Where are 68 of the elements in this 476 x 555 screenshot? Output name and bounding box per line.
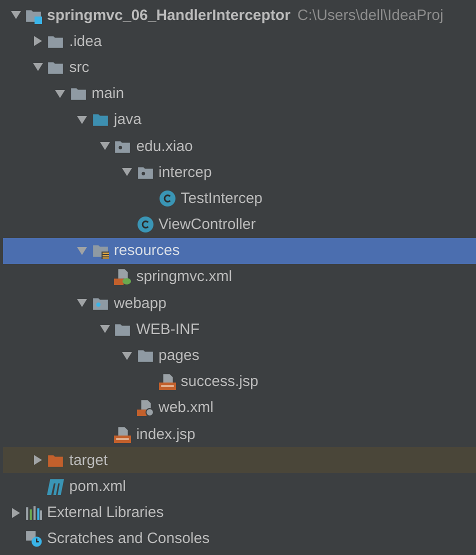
scratches-icon [25,530,42,548]
tree-row[interactable]: springmvc.xml [3,264,476,290]
tree-row[interactable]: ViewController [3,212,476,238]
xml-file-icon [114,268,132,286]
tree-item-label: resources [114,242,180,260]
expanded-arrow-icon[interactable] [32,62,43,72]
tree-item-label: TestIntercep [180,190,263,207]
resources-folder-icon [92,242,109,260]
expanded-arrow-icon[interactable] [10,10,20,20]
tree-item-label: Scratches and Consoles [47,530,210,548]
tree-row[interactable]: pages [3,342,476,369]
expanded-arrow-icon[interactable] [100,324,110,334]
tree-row[interactable]: target [3,447,476,474]
tree-row[interactable]: WEB-INF [3,316,476,342]
expanded-arrow-icon[interactable] [122,167,132,178]
class-icon [158,190,176,207]
tree-row[interactable]: Scratches and Consoles [3,526,476,552]
tree-row[interactable]: edu.xiao [3,132,476,160]
class-icon [136,216,154,234]
collapsed-arrow-icon[interactable] [32,455,43,466]
tree-item-label: External Libraries [47,504,164,522]
tree-item-label: pom.xml [69,478,126,495]
collapsed-arrow-icon[interactable] [10,508,20,518]
tree-item-label: pages [158,347,200,364]
tree-item-label: intercep [158,164,212,181]
tree-item-label: webapp [114,294,166,312]
tree-item-label: success.jsp [180,373,258,390]
tree-item-label: main [92,85,124,102]
tree-row[interactable]: .idea [3,28,476,54]
folder-icon [92,111,109,128]
tree-row[interactable]: index.jsp [3,421,476,448]
maven-icon [47,478,64,495]
tree-item-label: WEB-INF [136,320,200,338]
tree-item-label: ViewController [158,216,256,234]
tree-row[interactable]: web.xml [3,394,476,421]
folder-icon [136,347,154,364]
expanded-arrow-icon[interactable] [100,141,110,152]
xml-file-icon [136,399,154,416]
tree-row[interactable]: src [3,54,476,81]
tree-item-label: web.xml [158,399,214,416]
project-path: C:\Users\dell\IdeaProj [297,6,444,24]
libraries-icon [25,504,42,522]
tree-item-label: target [69,452,108,469]
tree-item-label: springmvc.xml [136,268,232,286]
tree-item-label: edu.xiao [136,138,193,155]
tree-row[interactable]: success.jsp [3,368,476,395]
collapsed-arrow-icon[interactable] [32,36,43,46]
tree-row[interactable]: springmvc_06_HandlerInterceptor C:\Users\dell\IdeaProj [3,2,476,28]
expanded-arrow-icon[interactable] [77,298,88,308]
tree-row[interactable]: TestIntercep [3,185,476,212]
jsp-file-icon [114,426,132,443]
tree-row[interactable]: External Libraries [3,500,476,526]
tree-row[interactable]: pom.xml [3,473,476,500]
tree-row[interactable]: java [3,106,476,133]
tree-item-label: .idea [69,32,102,50]
tree-row[interactable]: main [3,80,476,107]
folder-icon [70,85,87,102]
tree-row[interactable]: webapp [3,290,476,316]
tree-item-label: java [114,111,142,128]
expanded-arrow-icon[interactable] [122,350,132,361]
jsp-file-icon [158,373,176,390]
tree-row[interactable]: intercep [3,159,476,186]
tree-row[interactable]: resources [3,238,476,264]
expanded-arrow-icon[interactable] [55,88,66,99]
tree-item-label: index.jsp [136,426,196,443]
tree-item-label: springmvc_06_HandlerInterceptor [47,6,290,24]
expanded-arrow-icon[interactable] [77,114,88,125]
tree-item-label: src [69,58,90,76]
